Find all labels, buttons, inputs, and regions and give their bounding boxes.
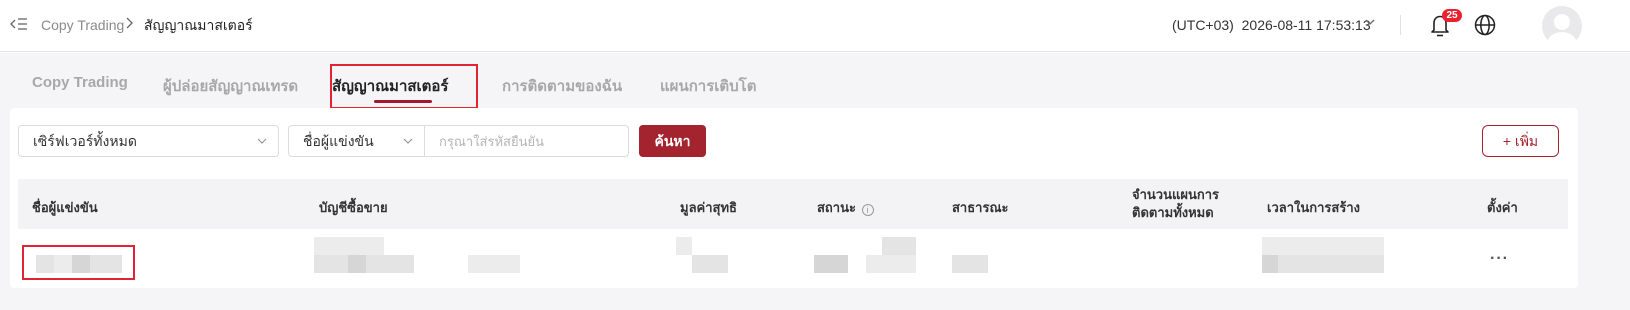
datetime-label: 2026-08-11 17:53:13: [1241, 17, 1371, 33]
column-header-settings: ตั้งค่า: [1487, 200, 1518, 215]
table-row: [18, 229, 1568, 288]
redacted-cell: [882, 237, 916, 255]
redacted-cell: [676, 237, 692, 255]
timezone-clock[interactable]: (UTC+03) 2026-08-11 17:53:13: [1172, 16, 1371, 34]
server-select[interactable]: เซิร์ฟเวอร์ทั้งหมด: [18, 125, 279, 157]
add-button-label: เพิ่ม: [1514, 133, 1539, 149]
redacted-cell: [1262, 237, 1384, 255]
top-bar: Copy Trading สัญญาณมาสเตอร์ (UTC+03) 202…: [0, 0, 1630, 52]
add-button[interactable]: + เพิ่ม: [1482, 125, 1559, 157]
tab-signal-providers[interactable]: ผู้ปล่อยสัญญาณเทรด: [163, 74, 298, 98]
tab-my-follows[interactable]: การติดตามของฉัน: [502, 74, 622, 98]
chevron-down-icon[interactable]: [1364, 15, 1378, 33]
avatar-head-shape: [1554, 14, 1570, 30]
chevron-down-icon: [256, 126, 268, 168]
chevron-down-icon: [402, 126, 414, 168]
breadcrumb-current: สัญญาณมาสเตอร์: [144, 17, 253, 33]
column-header-contestant-name: ชื่อผู้แข่งขัน: [32, 200, 98, 215]
redacted-cell: [1262, 255, 1278, 273]
breadcrumb-copy-trading[interactable]: Copy Trading: [41, 16, 124, 34]
redacted-cell: [866, 255, 916, 273]
info-icon[interactable]: i: [861, 204, 874, 216]
column-header-public: สาธารณะ: [952, 200, 1009, 215]
redacted-cell: [348, 255, 366, 273]
contestant-name-highlight-box: [22, 245, 135, 280]
table-header: ชื่อผู้แข่งขัน บัญชีซื้อขาย มูลค่าสุทธิ …: [18, 179, 1568, 229]
column-header-total-follow-plans: จำนวนแผนการติดตามทั้งหมด: [1132, 187, 1220, 220]
more-actions-icon[interactable]: ···: [1490, 250, 1509, 268]
timezone-label: (UTC+03): [1172, 17, 1234, 33]
redacted-cell: [952, 255, 988, 273]
redacted-cell: [1262, 255, 1384, 273]
redacted-cell: [692, 255, 728, 273]
redacted-cell: [468, 255, 520, 273]
column-header-created-time: เวลาในการสร้าง: [1267, 200, 1360, 215]
header-divider: [1400, 15, 1401, 35]
globe-icon[interactable]: [1473, 13, 1497, 37]
tab-copy-trading[interactable]: Copy Trading: [32, 74, 128, 91]
column-header-net-value: มูลค่าสุทธิ: [680, 200, 737, 215]
column-header-trading-account: บัญชีซื้อขาย: [319, 200, 388, 215]
avatar[interactable]: [1542, 6, 1582, 46]
search-field-select-value: ชื่อผู้แข่งขัน: [303, 133, 374, 149]
column-header-status-label: สถานะ: [817, 200, 856, 215]
collapse-menu-icon[interactable]: [10, 16, 28, 32]
redacted-cell: [314, 237, 384, 255]
search-input[interactable]: [424, 125, 629, 157]
active-tab-highlight-box: [330, 64, 478, 109]
avatar-body-shape: [1547, 32, 1577, 46]
search-button[interactable]: ค้นหา: [639, 125, 706, 157]
search-field-select[interactable]: ชื่อผู้แข่งขัน: [288, 125, 425, 157]
plus-icon: +: [1502, 133, 1512, 149]
column-header-status: สถานะ i: [817, 197, 874, 218]
breadcrumb-chevron-icon: [125, 16, 135, 34]
tab-growth-plan[interactable]: แผนการเติบโต: [660, 74, 756, 98]
server-select-value: เซิร์ฟเวอร์ทั้งหมด: [33, 133, 137, 149]
tab-bar: Copy Trading ผู้ปล่อยสัญญาณเทรด สัญญาณมา…: [12, 64, 1580, 108]
notification-badge: 25: [1442, 9, 1462, 22]
redacted-cell: [814, 255, 848, 273]
